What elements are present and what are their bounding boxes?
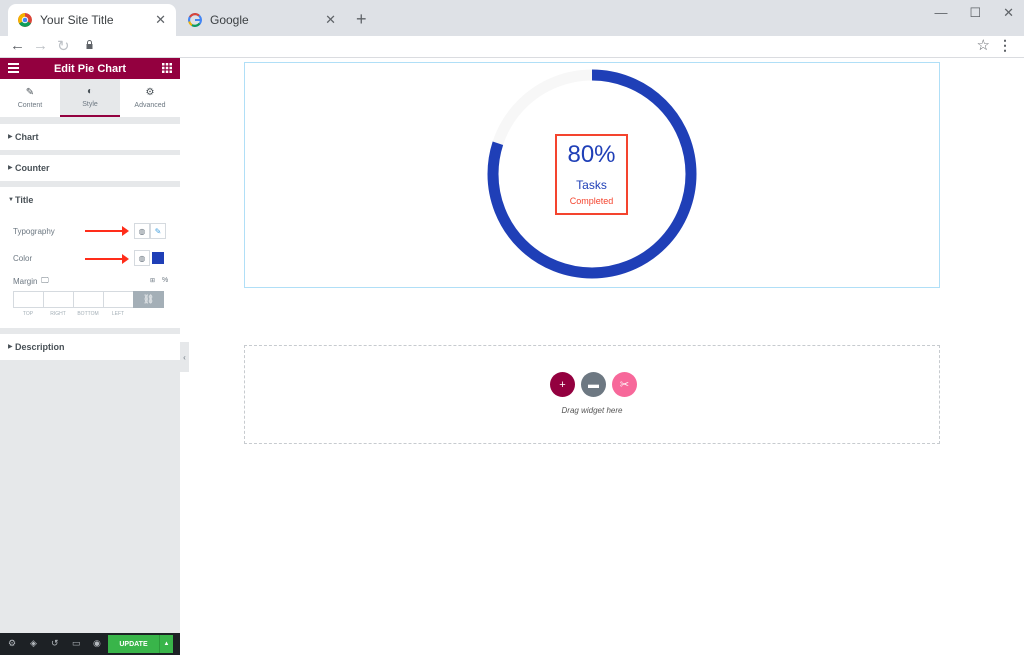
browser-menu-icon[interactable]: ⋮ xyxy=(998,37,1012,54)
edit-pencil-icon[interactable]: ✎ xyxy=(150,223,166,239)
lock-icon xyxy=(86,40,93,49)
settings-icon[interactable]: ⚙ xyxy=(8,638,16,649)
section-chart[interactable]: ▶ Chart xyxy=(0,124,180,150)
pie-counter-box[interactable]: 80% Tasks Completed xyxy=(555,134,628,215)
half-circle-icon: ◐ xyxy=(86,86,94,97)
panel-collapse-handle[interactable]: ‹ xyxy=(180,342,189,372)
tab-label: Content xyxy=(17,102,43,109)
margin-label-top: TOP xyxy=(22,311,34,317)
globe-icon[interactable]: ◍ xyxy=(134,223,150,239)
caret-right-icon: ▶ xyxy=(8,165,13,171)
tab-label: Style xyxy=(82,101,98,108)
desktop-icon[interactable]: 🖵 xyxy=(41,276,49,286)
close-icon[interactable]: ✕ xyxy=(155,12,166,28)
update-button[interactable]: UPDATE xyxy=(108,635,159,653)
preview-eye-icon[interactable]: ◉ xyxy=(93,638,101,649)
margin-labels: TOP RIGHT BOTTOM LEFT xyxy=(13,311,133,317)
margin-label: Margin xyxy=(13,277,38,286)
tab-label: Advanced xyxy=(134,102,166,109)
layers-icon[interactable]: ◈ xyxy=(30,638,37,649)
caret-down-icon[interactable]: ▼ xyxy=(8,197,14,203)
margin-inputs: ⛓ xyxy=(13,291,164,308)
color-swatch[interactable] xyxy=(152,252,164,264)
google-icon xyxy=(188,13,202,27)
panel-footer: ⚙ ◈ ↺ ▭ ◉ UPDATE ▲ xyxy=(0,633,180,655)
margin-label-left: LEFT xyxy=(111,311,125,317)
globe-icon[interactable]: ◍ xyxy=(134,250,150,266)
margin-right-input[interactable] xyxy=(43,291,74,308)
back-icon[interactable]: ← xyxy=(10,37,25,54)
units-icon[interactable]: ⊞ xyxy=(150,277,155,284)
tab-style[interactable]: ◐ Style xyxy=(60,79,120,117)
annotation-arrow xyxy=(85,226,129,236)
caret-right-icon: ▶ xyxy=(8,134,13,140)
chrome-icon xyxy=(18,13,32,27)
folder-icon[interactable]: ▬ xyxy=(581,372,606,397)
forward-icon[interactable]: → xyxy=(33,37,48,54)
hamburger-menu-icon[interactable] xyxy=(8,63,19,73)
magic-icon[interactable]: ✂ xyxy=(612,372,637,397)
pencil-icon: ✎ xyxy=(25,87,35,98)
section-counter[interactable]: ▶ Counter xyxy=(0,155,180,181)
bookmark-star-icon[interactable]: ☆ xyxy=(977,36,990,54)
pie-description: Completed xyxy=(569,196,614,206)
margin-bottom-input[interactable] xyxy=(73,291,104,308)
panel-title: Edit Pie Chart xyxy=(53,62,127,75)
section-description[interactable]: ▶ Description xyxy=(0,334,180,360)
maximize-icon[interactable]: ☐ xyxy=(969,5,981,21)
editor-panel: Edit Pie Chart ✎ Content ◐ Style ⚙ Advan… xyxy=(0,58,180,655)
margin-top-input[interactable] xyxy=(13,291,44,308)
color-label: Color xyxy=(13,254,33,263)
responsive-icon[interactable]: ▭ xyxy=(72,638,81,649)
link-values-icon[interactable]: ⛓ xyxy=(133,291,164,308)
pie-title: Tasks xyxy=(576,178,607,192)
widgets-grid-icon[interactable] xyxy=(162,63,172,73)
margin-unit[interactable]: % xyxy=(162,277,168,284)
history-icon[interactable]: ↺ xyxy=(51,638,59,649)
section-title: Counter xyxy=(15,163,50,173)
typography-label: Typography xyxy=(13,227,55,236)
browser-tab-title: Your Site Title xyxy=(40,13,114,27)
panel-header: Edit Pie Chart xyxy=(0,58,180,79)
panel-tabs: ✎ Content ◐ Style ⚙ Advanced xyxy=(0,79,180,117)
browser-tabbar: Your Site Title ✕ Google ✕ + — ☐ ✕ xyxy=(0,0,1024,36)
address-bar: ← → ↻ ☆ ⋮ xyxy=(0,36,1024,58)
reload-icon[interactable]: ↻ xyxy=(57,37,70,55)
new-tab-button[interactable]: + xyxy=(356,9,367,30)
margin-left-input[interactable] xyxy=(103,291,134,308)
section-title[interactable]: Title xyxy=(15,195,33,205)
tab-content[interactable]: ✎ Content xyxy=(0,79,60,117)
caret-up-icon[interactable]: ▲ xyxy=(159,635,173,653)
margin-label-right: RIGHT xyxy=(50,311,66,317)
section-title: Chart xyxy=(15,132,39,142)
close-icon[interactable]: ✕ xyxy=(325,12,336,28)
section-title: Description xyxy=(15,342,65,352)
browser-tab-google[interactable]: Google ✕ xyxy=(178,4,346,36)
gear-icon: ⚙ xyxy=(145,87,155,98)
browser-tab-site[interactable]: Your Site Title ✕ xyxy=(8,4,176,36)
add-section-button[interactable]: + xyxy=(550,372,575,397)
caret-right-icon: ▶ xyxy=(8,344,13,350)
annotation-arrow xyxy=(85,254,129,264)
close-window-icon[interactable]: ✕ xyxy=(1003,5,1014,21)
minimize-icon[interactable]: — xyxy=(934,5,947,21)
dropzone-text: Drag widget here xyxy=(561,406,623,415)
pie-percent: 80% xyxy=(567,141,616,168)
browser-tab-title: Google xyxy=(210,13,249,27)
tab-advanced[interactable]: ⚙ Advanced xyxy=(120,79,180,117)
margin-label-bottom: BOTTOM xyxy=(77,311,99,317)
window-controls: — ☐ ✕ xyxy=(934,5,1014,21)
